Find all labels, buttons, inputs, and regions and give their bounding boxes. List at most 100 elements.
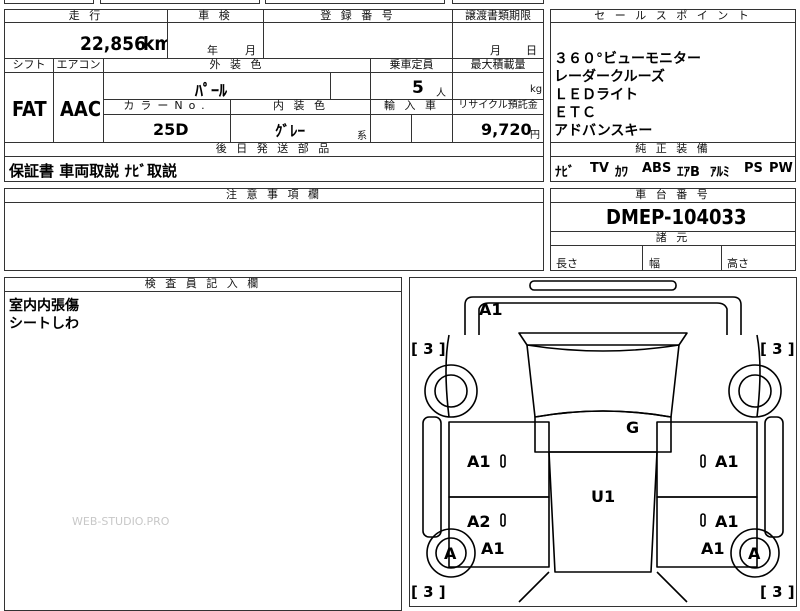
exterior-color-value: ﾊﾟｰﾙ xyxy=(195,81,228,100)
later-parts-header: 後 日 発 送 部 品 xyxy=(4,142,544,157)
recycle-value: 9,720 xyxy=(481,120,532,139)
recycle-unit: 円 xyxy=(530,130,540,141)
max-load-header: 最大積載量 xyxy=(452,58,544,73)
door-handle xyxy=(700,454,706,468)
import-cell-a xyxy=(370,114,412,143)
left-rear-pillar xyxy=(518,571,550,603)
top-strip-cell xyxy=(4,0,94,4)
sales-point-item: ３６０°ビューモニター xyxy=(554,51,701,67)
door-handle xyxy=(700,513,706,527)
equipment-item: TV xyxy=(590,161,609,176)
mark-wheel-rear-right: A xyxy=(748,544,761,563)
interior-color-header: 内 装 色 xyxy=(230,99,371,115)
registration-header: 登 録 番 号 xyxy=(263,9,453,23)
spec-height-label: 高さ xyxy=(727,257,749,270)
shift-value: FAT xyxy=(12,97,47,121)
tire-tread-rear-right: [ 3 ] xyxy=(760,583,795,601)
notes-header: 注 意 事 項 欄 xyxy=(4,188,544,203)
transfer-day-unit: 日 xyxy=(526,44,537,57)
mark-rear-right-door: A1 xyxy=(715,512,739,531)
inspection-year-unit: 年 xyxy=(207,44,218,57)
mark-roof: U1 xyxy=(591,487,616,506)
registration-cell xyxy=(263,22,453,59)
notes-area xyxy=(4,202,544,271)
color-no-value: 25D xyxy=(153,120,189,139)
tire-tread-front-right-value: 3 xyxy=(772,340,783,358)
sales-points-header: セ ー ル ス ポ イ ン ト xyxy=(550,9,796,23)
tire-tread-rear-right-value: 3 xyxy=(772,583,783,601)
front-grille xyxy=(518,332,688,346)
sales-point-item: レーダークルーズ xyxy=(554,69,665,85)
right-rear-pillar xyxy=(656,571,688,603)
tire-tread-front-left-value: 3 xyxy=(423,340,434,358)
left-rocker-strip xyxy=(422,416,442,538)
inspector-notes-header: 検 査 員 記 入 欄 xyxy=(4,277,402,292)
sales-point-item: ＬＥＤライト xyxy=(554,87,638,103)
mark-glass: G xyxy=(626,418,640,437)
tire-tread-front-right: [ 3 ] xyxy=(760,340,795,358)
top-strip-cell xyxy=(452,0,544,4)
right-rocker-strip xyxy=(764,416,784,538)
mark-front-left-door: A1 xyxy=(467,452,491,471)
capacity-unit: 人 xyxy=(436,88,446,99)
hood-inner-outline xyxy=(478,302,728,335)
shift-header: シフト xyxy=(4,58,54,73)
front-right-wheel xyxy=(728,364,782,418)
chassis-number: DMEP-104033 xyxy=(606,205,747,229)
transfer-month-unit: 月 xyxy=(490,44,501,57)
roof-panel xyxy=(548,451,658,573)
max-load-unit: kg xyxy=(530,84,543,95)
exterior-color-extra-cell xyxy=(330,72,371,100)
equipment-item: PS xyxy=(744,161,763,176)
spec-width-label: 幅 xyxy=(649,257,660,270)
door-handle xyxy=(500,454,506,468)
mark-right-rocker: A1 xyxy=(701,539,725,558)
transfer-deadline-header: 譲渡書類期限 xyxy=(452,9,544,23)
capacity-value: 5 xyxy=(412,78,424,98)
tire-tread-rear-left-value: 3 xyxy=(423,583,434,601)
equipment-item: ｶﾜ xyxy=(615,165,628,180)
watermark: WEB-STUDIO.PRO xyxy=(72,515,170,528)
front-bumper-strip xyxy=(529,280,677,291)
spec-length-label: 長さ xyxy=(556,257,578,270)
equipment-item: PW xyxy=(769,161,793,176)
tire-tread-rear-left: [ 3 ] xyxy=(411,583,446,601)
top-strip-cell xyxy=(265,0,445,4)
top-strip-cell xyxy=(100,0,260,4)
sales-point-item: アドバンスキー xyxy=(554,123,653,139)
mark-left-rocker: A1 xyxy=(481,539,505,558)
later-parts-value: 保証書 車両取説 ﾅﾋﾞ取説 xyxy=(9,162,177,180)
sales-point-item: ＥＴＣ xyxy=(554,105,596,121)
door-handle xyxy=(500,513,506,527)
mark-rear-left-door: A2 xyxy=(467,512,491,531)
inspection-header: 車 検 xyxy=(167,9,264,23)
specs-header: 諸 元 xyxy=(550,231,796,246)
mark-front-right-door: A1 xyxy=(715,452,739,471)
interior-color-suffix: 系 xyxy=(357,131,367,142)
inspection-month-unit: 月 xyxy=(245,44,256,57)
cabin-front xyxy=(534,410,672,453)
chassis-header: 車 台 番 号 xyxy=(550,188,796,203)
vehicle-outline-diagram xyxy=(422,280,784,603)
equipment-item: ｱﾙﾐ xyxy=(710,165,730,180)
equipment-header: 純 正 装 備 xyxy=(550,142,796,157)
recycle-header: リサイクル預託金 xyxy=(452,99,544,115)
inspector-notes-area xyxy=(4,291,402,611)
mark-front-roof: A1 xyxy=(479,300,503,319)
inspector-note-line: シートしわ xyxy=(9,316,79,332)
inspector-note-line: 室内内張傷 xyxy=(9,298,79,314)
mileage-header: 走 行 xyxy=(4,9,168,23)
front-right-door xyxy=(656,421,758,498)
windshield xyxy=(526,344,680,418)
front-left-door xyxy=(448,421,550,498)
import-cell-b xyxy=(411,114,453,143)
mileage-value: 22,856 xyxy=(80,33,146,55)
front-right-hub xyxy=(738,374,772,408)
equipment-item: ｴｱB xyxy=(677,165,700,180)
aircon-header: エアコン xyxy=(53,58,104,73)
interior-color-value: ｸﾞﾚｰ xyxy=(275,122,306,140)
color-no-header: カラーNo. xyxy=(103,99,231,115)
front-left-hub xyxy=(434,374,468,408)
mark-wheel-rear-left: A xyxy=(444,544,457,563)
tire-tread-front-left: [ 3 ] xyxy=(411,340,446,358)
